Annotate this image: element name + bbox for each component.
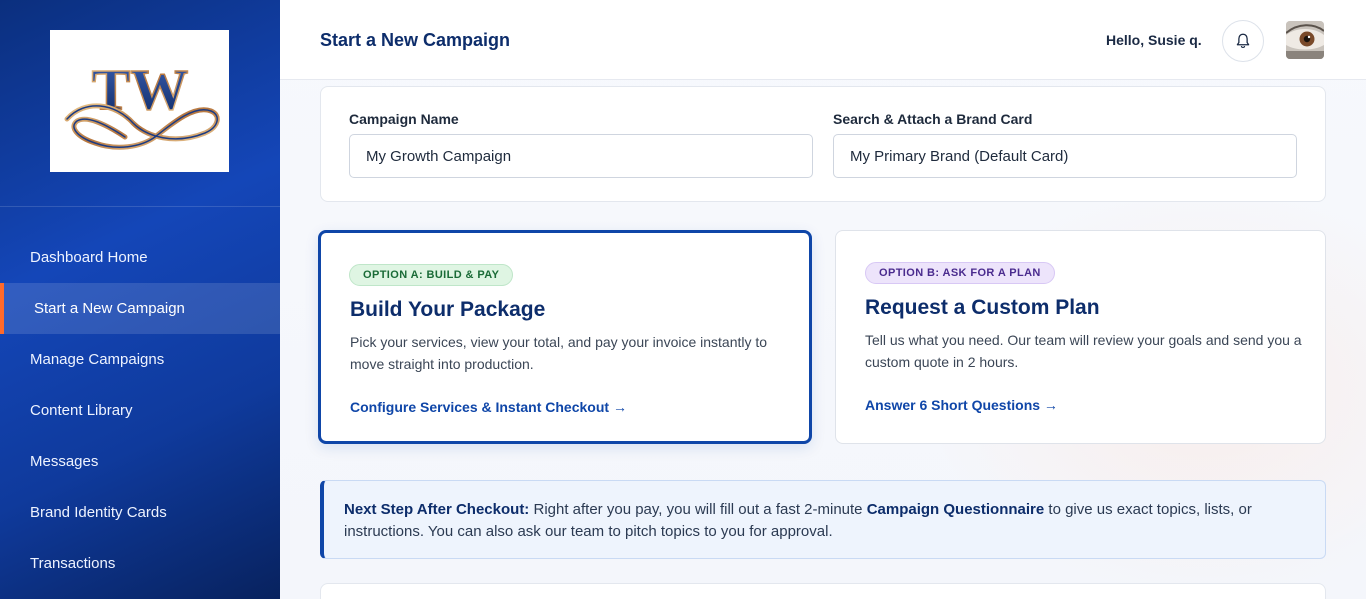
sidebar-item-label: Brand Identity Cards <box>30 504 167 521</box>
option-b-badge: OPTION B: ASK FOR A PLAN <box>865 262 1055 284</box>
user-avatar[interactable] <box>1286 21 1324 59</box>
sidebar-item-content-library[interactable]: Content Library <box>0 385 280 436</box>
brand-card-label: Search & Attach a Brand Card <box>833 111 1033 127</box>
sidebar-item-transactions[interactable]: Transactions <box>0 538 280 589</box>
tw-logo-icon: TW <box>64 56 220 150</box>
sidebar-divider <box>0 206 280 207</box>
sidebar-item-label: Manage Campaigns <box>30 351 165 368</box>
option-b-card[interactable]: OPTION B: ASK FOR A PLAN Request a Custo… <box>835 230 1326 444</box>
brand-logo[interactable]: TW <box>50 30 229 172</box>
next-section-card <box>320 583 1326 599</box>
brand-card-search-input[interactable] <box>833 134 1297 178</box>
sidebar-item-label: Transactions <box>30 555 116 572</box>
option-a-badge: OPTION A: BUILD & PAY <box>349 264 514 286</box>
option-a-description: Pick your services, view your total, and… <box>350 334 768 372</box>
answer-questions-link[interactable]: Answer 6 Short Questions → <box>865 397 1058 413</box>
notifications-button[interactable] <box>1222 20 1264 62</box>
option-b-title: Request a Custom Plan <box>865 296 1100 319</box>
sidebar-item-manage-campaigns[interactable]: Manage Campaigns <box>0 334 280 385</box>
callout-lead: Next Step After Checkout: <box>344 501 530 518</box>
main-content: Start a New Campaign Hello, Susie q. Cam… <box>280 0 1366 599</box>
svg-text:TW: TW <box>91 57 188 122</box>
sidebar-item-label: Start a New Campaign <box>34 300 185 317</box>
callout-text: Right after you pay, you will fill out a… <box>529 501 867 518</box>
campaign-setup-card: Campaign Name Search & Attach a Brand Ca… <box>320 86 1326 202</box>
option-b-description: Tell us what you need. Our team will rev… <box>865 332 1302 370</box>
sidebar-item-messages[interactable]: Messages <box>0 436 280 487</box>
next-step-callout: Next Step After Checkout: Right after yo… <box>320 480 1326 559</box>
option-a-card[interactable]: OPTION A: BUILD & PAY Build Your Package… <box>318 230 812 444</box>
campaign-name-label: Campaign Name <box>349 111 459 127</box>
sidebar-item-label: Content Library <box>30 402 133 419</box>
sidebar-item-label: Dashboard Home <box>30 249 148 266</box>
sidebar: TW Dashboard Home Start a New Campaign M… <box>0 0 280 599</box>
option-a-title: Build Your Package <box>350 298 546 321</box>
callout-emphasis: Campaign Questionnaire <box>866 501 1045 518</box>
campaign-name-input[interactable] <box>349 134 813 178</box>
top-bar: Start a New Campaign Hello, Susie q. <box>280 0 1366 80</box>
sidebar-item-dashboard-home[interactable]: Dashboard Home <box>0 232 280 283</box>
configure-services-link[interactable]: Configure Services & Instant Checkout → <box>350 399 627 415</box>
avatar-eye-icon <box>1286 21 1324 59</box>
sidebar-item-label: Messages <box>30 453 99 470</box>
user-greeting: Hello, Susie q. <box>1106 32 1202 48</box>
sidebar-item-brand-identity-cards[interactable]: Brand Identity Cards <box>0 487 280 538</box>
sidebar-item-start-new-campaign[interactable]: Start a New Campaign <box>0 283 280 334</box>
bell-icon <box>1236 33 1250 48</box>
sidebar-nav: Dashboard Home Start a New Campaign Mana… <box>0 232 280 589</box>
page-title: Start a New Campaign <box>320 30 511 50</box>
